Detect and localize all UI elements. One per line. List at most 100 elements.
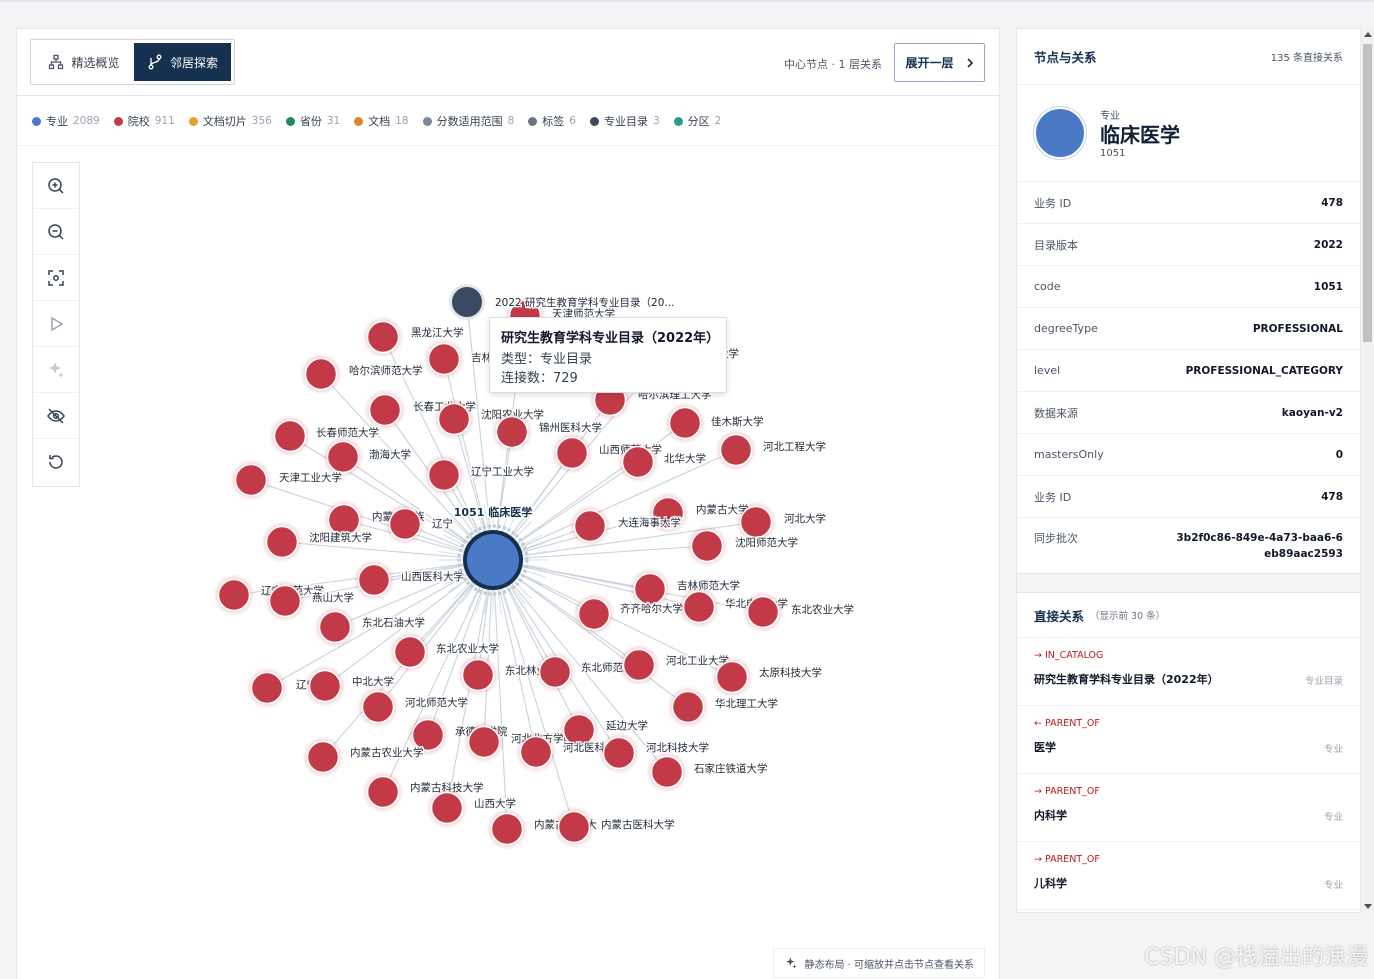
university-node[interactable] — [433, 398, 475, 440]
node-label: 河北师范大学 — [405, 696, 468, 709]
university-node[interactable] — [569, 505, 611, 547]
university-node[interactable] — [534, 651, 576, 693]
university-node[interactable] — [264, 580, 306, 622]
university-node[interactable] — [304, 665, 346, 707]
property-row: 业务 ID 478 — [1017, 475, 1360, 517]
property-value: PROFESSIONAL_CATEGORY — [1185, 364, 1343, 377]
university-node[interactable] — [667, 686, 709, 728]
university-node[interactable] — [618, 644, 660, 686]
zoom-out-icon — [48, 223, 64, 240]
property-value: kaoyan-v2 — [1281, 406, 1343, 419]
university-node[interactable] — [711, 656, 753, 698]
university-node[interactable] — [362, 771, 404, 813]
university-node[interactable] — [426, 787, 468, 829]
node-label: 山西医科大学 — [401, 570, 464, 583]
university-node[interactable] — [515, 731, 557, 773]
university-node[interactable] — [686, 525, 728, 567]
section-divider — [1017, 573, 1360, 593]
relation-kind: 专业 — [1323, 744, 1343, 755]
scrollbar[interactable] — [1361, 28, 1374, 913]
university-node[interactable] — [384, 503, 426, 545]
node-label: 东北农业大学 — [436, 642, 499, 655]
university-node[interactable] — [213, 574, 255, 616]
university-node[interactable] — [246, 667, 288, 709]
property-row: 同步批次 3b2f0c86-849e-4a73-baa6-6eb89aac2593 — [1017, 517, 1360, 573]
property-value: 3b2f0c86-849e-4a73-baa6-6eb89aac2593 — [1176, 532, 1343, 560]
scroll-down-icon[interactable] — [1364, 904, 1372, 909]
scroll-up-icon[interactable] — [1364, 32, 1372, 37]
property-row: code 1051 — [1017, 265, 1360, 307]
play-icon — [51, 316, 64, 331]
relation-item[interactable]: → PARENT_OF 内科学 专业 — [1017, 774, 1360, 842]
relation-item[interactable]: → IN_CATALOG 研究生教育学科专业目录（2022年） 专业目录 — [1017, 638, 1360, 706]
node-label: 渤海大学 — [369, 448, 411, 461]
catalog-node[interactable] — [449, 284, 485, 320]
university-node[interactable] — [364, 389, 406, 431]
node-label: 沈阳建筑大学 — [309, 531, 372, 544]
reset-icon — [49, 455, 63, 469]
relation-target: 研究生教育学科专业目录（2022年） — [1034, 673, 1219, 686]
tooltip-type: 类型：专业目录 — [501, 352, 593, 367]
node-label: 延边大学 — [606, 719, 648, 732]
university-node[interactable] — [423, 338, 465, 380]
zoom-out-button[interactable] — [33, 209, 79, 255]
network-graph[interactable]: 黑龙江大学吉林国语大学哈尔滨师范大学长春工业大学沈阳农业大学锦州医科大学哈尔滨理… — [17, 29, 999, 979]
top-divider — [0, 0, 1374, 2]
university-node[interactable] — [678, 586, 720, 628]
relation-item[interactable]: → PARENT_OF 儿科学 专业 — [1017, 842, 1360, 910]
play-layout-button[interactable] — [33, 301, 79, 347]
hide-icon — [47, 407, 65, 424]
university-node[interactable] — [664, 402, 706, 444]
relation-target: 儿科学 — [1034, 877, 1067, 890]
zoom-in-button[interactable] — [33, 163, 79, 209]
university-node[interactable] — [553, 806, 595, 848]
university-node[interactable] — [423, 454, 465, 496]
relation-item[interactable]: ← PARENT_OF 医学 专业 — [1017, 706, 1360, 774]
tooltip-title: 研究生教育学科专业目录（2022年） — [501, 331, 720, 346]
center-node-label: 1051 临床医学 — [454, 505, 532, 519]
selected-node-card: 专业 临床医学 1051 — [1017, 85, 1360, 181]
relation-target: 内科学 — [1034, 809, 1067, 822]
university-node[interactable] — [742, 591, 784, 633]
scroll-thumb[interactable] — [1363, 44, 1372, 342]
toggle-labels-button[interactable] — [33, 393, 79, 439]
university-node[interactable] — [486, 808, 528, 850]
property-value: 0 — [1335, 448, 1343, 461]
university-node[interactable] — [230, 459, 272, 501]
fit-view-button[interactable] — [33, 255, 79, 301]
university-node[interactable] — [457, 654, 499, 696]
university-node[interactable] — [646, 751, 688, 793]
property-value: 2022 — [1313, 238, 1343, 251]
node-label: 太原科技大学 — [759, 666, 822, 679]
university-node[interactable] — [389, 631, 431, 673]
university-node[interactable] — [463, 721, 505, 763]
university-node[interactable] — [573, 593, 615, 635]
sparkle-icon — [49, 361, 64, 378]
university-node[interactable] — [357, 686, 399, 728]
node-label: 山西大学 — [474, 797, 516, 810]
university-node[interactable] — [300, 353, 342, 395]
university-node[interactable] — [617, 441, 659, 483]
university-node[interactable] — [715, 429, 757, 471]
property-row: level PROFESSIONAL_CATEGORY — [1017, 349, 1360, 391]
university-node[interactable] — [551, 432, 593, 474]
reset-button[interactable] — [33, 439, 79, 485]
university-node[interactable] — [261, 521, 303, 563]
auto-layout-button[interactable] — [33, 347, 79, 393]
university-node[interactable] — [598, 732, 640, 774]
node-label: 河北科技大学 — [646, 741, 709, 754]
university-node[interactable] — [314, 606, 356, 648]
details-header: 节点与关系 135 条直接关系 — [1017, 29, 1360, 85]
node-label: 哈尔滨师范大学 — [349, 364, 423, 377]
relations-subtitle: （显示前 30 条） — [1090, 611, 1166, 622]
node-label: 河北大学 — [784, 512, 826, 525]
relation-count: 135 条直接关系 — [1270, 53, 1343, 64]
university-node[interactable] — [269, 415, 311, 457]
relation-list: → IN_CATALOG 研究生教育学科专业目录（2022年） 专业目录 ← PARE… — [1017, 638, 1360, 910]
university-node[interactable] — [302, 736, 344, 778]
university-node[interactable] — [353, 559, 395, 601]
university-node[interactable] — [362, 316, 404, 358]
node-label: 大连海事大学 — [618, 516, 681, 529]
node-label: 石家庄铁道大学 — [694, 762, 768, 775]
university-node[interactable] — [491, 411, 533, 453]
